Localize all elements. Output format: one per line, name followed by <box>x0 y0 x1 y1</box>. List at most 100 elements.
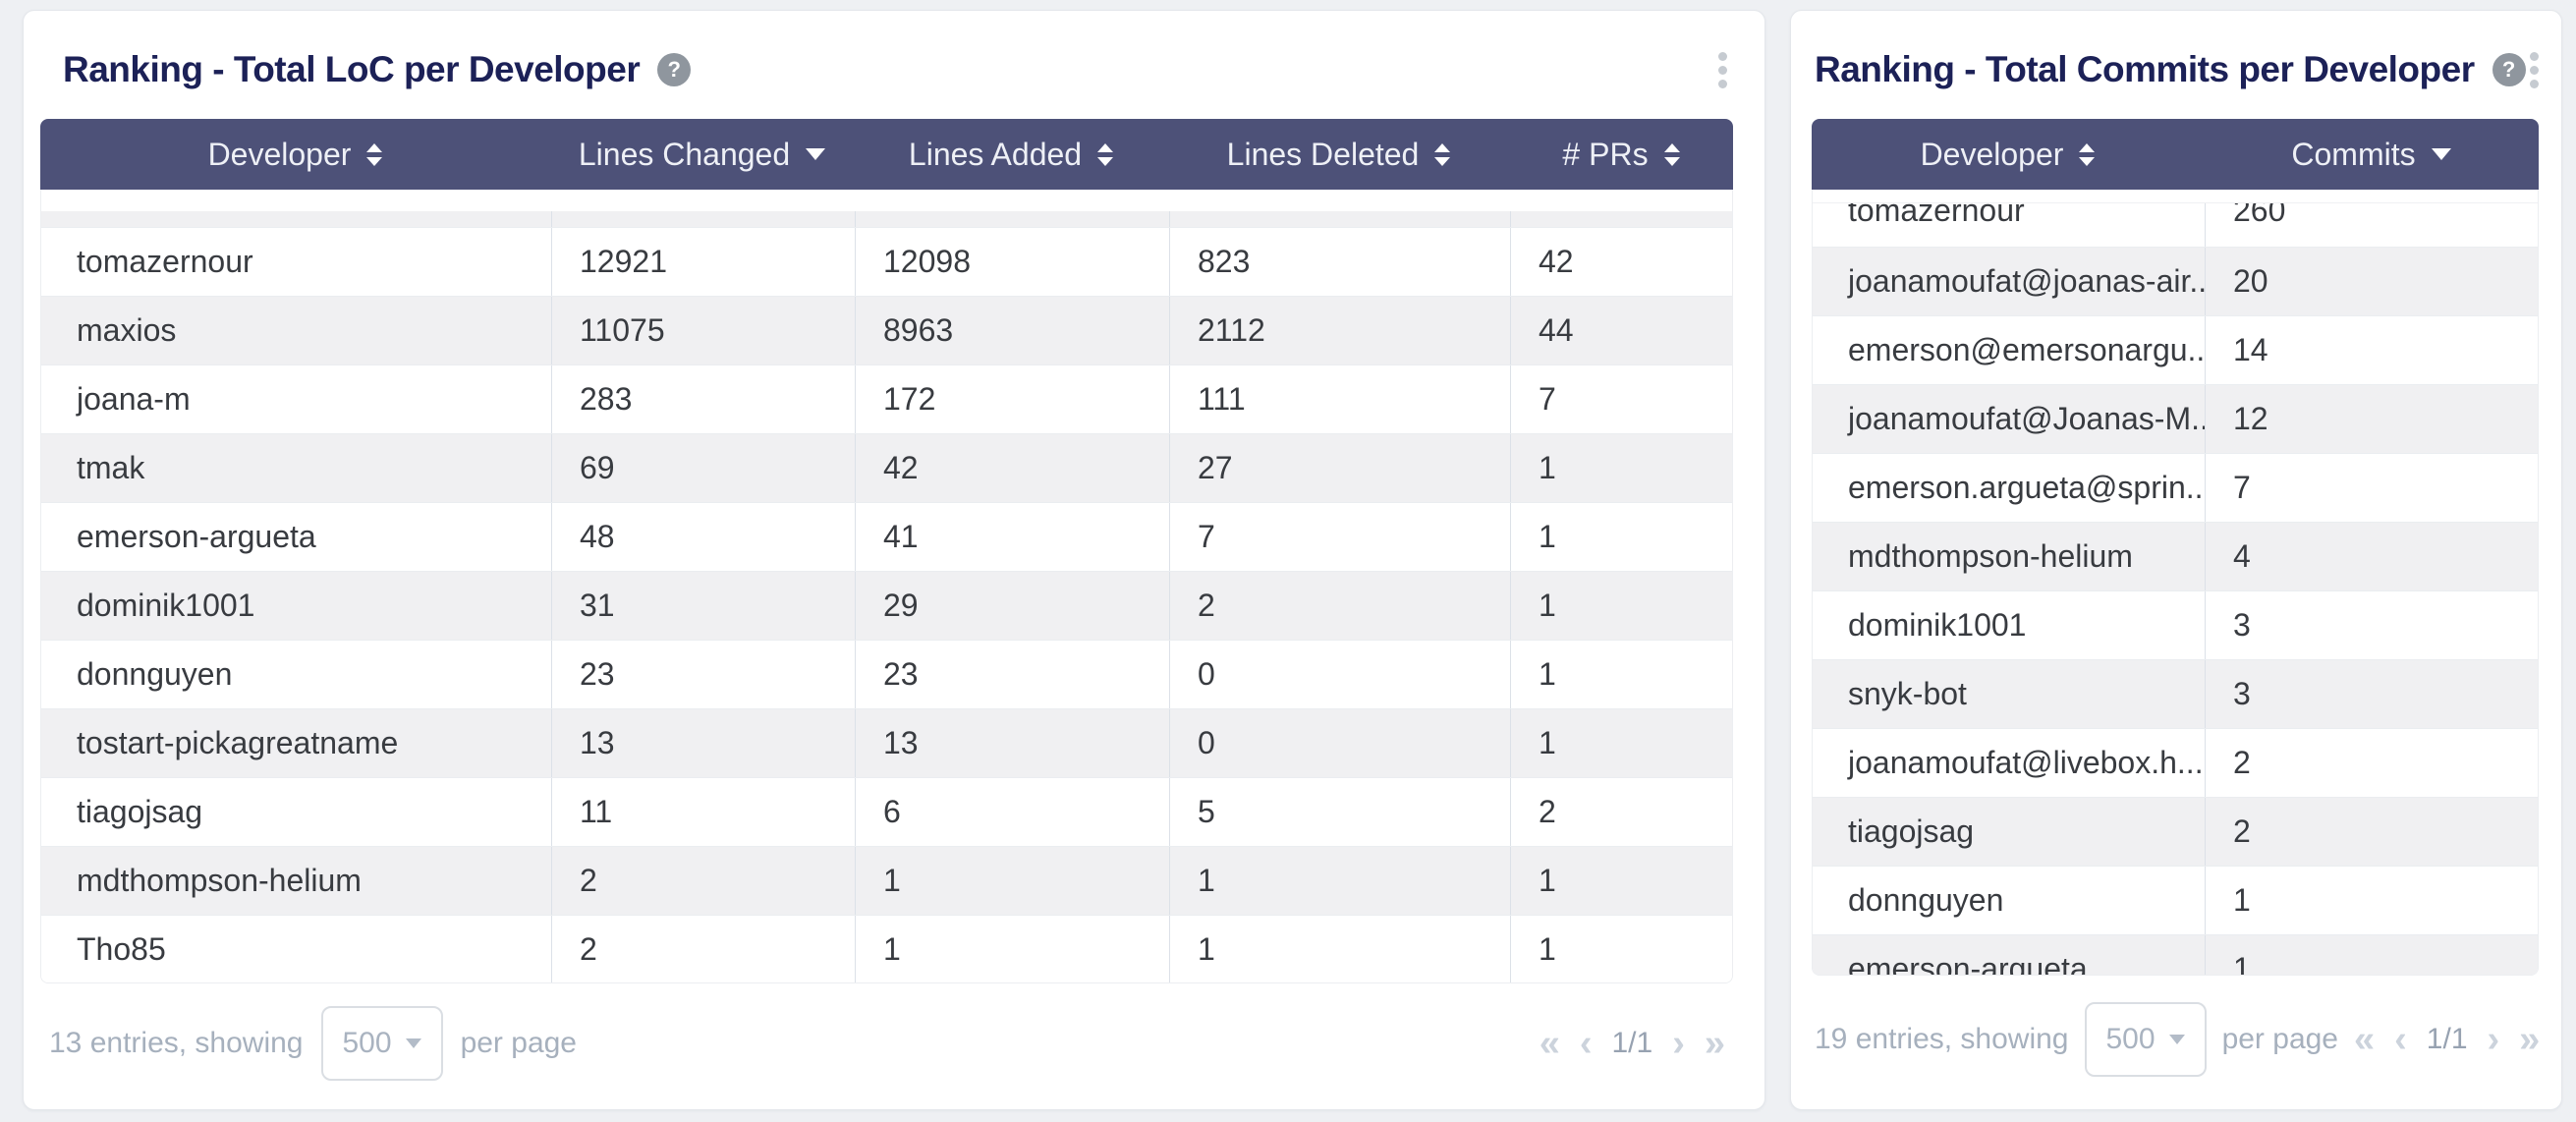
first-page-button[interactable]: « <box>2354 1021 2375 1058</box>
card-header: Ranking - Total LoC per Developer ? <box>24 11 1764 119</box>
table-row: dominik10013 <box>1813 590 2538 659</box>
table-header-row: Developer Lines Changed Lines Added Lines D… <box>40 119 1733 190</box>
kebab-menu-icon[interactable] <box>1714 48 1731 92</box>
value-cell: 44 <box>1510 297 1732 365</box>
commits-table: DeveloperCommits tomazernour260joanamouf… <box>1812 119 2539 976</box>
value-cell: 1 <box>2205 935 2538 976</box>
card-title: Ranking - Total Commits per Developer <box>1815 49 2475 90</box>
prev-page-button[interactable]: ‹ <box>1580 1025 1593 1062</box>
page-size-select[interactable]: 500 <box>2085 1002 2207 1077</box>
page-indicator: 1/1 <box>2427 1023 2468 1056</box>
table-row: joana-m2831721117 <box>41 365 1732 433</box>
help-icon[interactable]: ? <box>657 53 691 86</box>
chevron-down-icon <box>406 1038 421 1048</box>
value-cell: 1 <box>1510 572 1732 640</box>
value-cell: 4 <box>2205 523 2538 590</box>
developer-cell: joanamoufat@joanas-air... <box>1813 248 2205 315</box>
table-row: tiagojsag2 <box>1813 797 2538 866</box>
help-icon[interactable]: ? <box>2492 53 2526 86</box>
value-cell: 0 <box>1169 641 1510 708</box>
developer-cell: tiagojsag <box>1813 798 2205 866</box>
value-cell: 111 <box>1169 365 1510 433</box>
column-header-prs[interactable]: # PRs <box>1509 119 1733 190</box>
entries-count-label: 13 entries, showing <box>49 1027 304 1060</box>
value-cell: 1 <box>1510 434 1732 502</box>
value-cell: 1 <box>855 916 1169 983</box>
table-body: tomazernour260joanamoufat@joanas-air...2… <box>1812 190 2539 976</box>
value-cell: 283 <box>551 365 855 433</box>
developer-cell: tomazernour <box>1813 203 2205 247</box>
column-header-lines-added[interactable]: Lines Added <box>854 119 1168 190</box>
table-row: emerson-argueta484171 <box>41 502 1732 571</box>
table-row: dominik1001312921 <box>41 571 1732 640</box>
developer-cell: emerson@emersonargu... <box>1813 316 2205 384</box>
table-row: mdthompson-helium4 <box>1813 522 2538 590</box>
entries-count-label: 19 entries, showing <box>1815 1023 2069 1056</box>
value-cell: 14 <box>2205 316 2538 384</box>
column-header-developer[interactable]: Developer <box>40 119 550 190</box>
value-cell: 20 <box>2205 248 2538 315</box>
table-row: emerson-argueta1 <box>1813 934 2538 976</box>
value-cell: 0 <box>1169 709 1510 777</box>
table-row: joanamoufat@Joanas-M...12 <box>1813 384 2538 453</box>
column-header-commits[interactable]: Commits <box>2204 119 2539 190</box>
value-cell: 31 <box>551 572 855 640</box>
value-cell: 2 <box>551 847 855 915</box>
sort-both-icon <box>366 143 382 166</box>
developer-cell: snyk-bot <box>1813 660 2205 728</box>
developer-cell: Tho85 <box>41 916 551 983</box>
table-row: emerson.argueta@sprin...7 <box>1813 453 2538 522</box>
chevron-down-icon <box>2169 1035 2185 1044</box>
value-cell: 1 <box>855 847 1169 915</box>
value-cell: 12098 <box>855 228 1169 296</box>
value-cell: 42 <box>855 434 1169 502</box>
column-header-lines-changed[interactable]: Lines Changed <box>550 119 854 190</box>
card-title: Ranking - Total LoC per Developer <box>63 49 640 90</box>
sort-both-icon <box>1664 143 1680 166</box>
table-row: tostart-pickagreatname131301 <box>41 708 1732 777</box>
table-header-row: Developer Commits <box>1812 119 2539 190</box>
value-cell: 1 <box>1169 847 1510 915</box>
column-label: Lines Deleted <box>1227 137 1420 173</box>
developer-cell: donnguyen <box>41 641 551 708</box>
kebab-menu-icon[interactable] <box>2526 48 2543 92</box>
value-cell: 12921 <box>551 228 855 296</box>
value-cell: 2 <box>1169 572 1510 640</box>
value-cell: 172 <box>855 365 1169 433</box>
per-page-label: per page <box>461 1027 577 1060</box>
table-row: Tho852111 <box>41 915 1732 983</box>
last-page-button[interactable]: » <box>2519 1021 2540 1058</box>
last-page-button[interactable]: » <box>1705 1025 1725 1062</box>
developer-cell: maxios <box>41 297 551 365</box>
value-cell: 2 <box>2205 798 2538 866</box>
value-cell: 12 <box>2205 385 2538 453</box>
table-row: donnguyen232301 <box>41 640 1732 708</box>
column-label: Commits <box>2291 137 2415 173</box>
table-rows: tomazernour129211209882342maxios11075896… <box>41 227 1732 983</box>
first-page-button[interactable]: « <box>1540 1025 1560 1062</box>
page-size-select[interactable]: 500 <box>321 1006 443 1081</box>
value-cell: 1 <box>1169 916 1510 983</box>
column-label: Lines Added <box>909 137 1082 173</box>
table-rows: tomazernour260joanamoufat@joanas-air...2… <box>1813 202 2538 976</box>
value-cell: 11075 <box>551 297 855 365</box>
column-header-lines-deleted[interactable]: Lines Deleted <box>1168 119 1509 190</box>
column-label: Lines Changed <box>579 137 790 173</box>
prev-page-button[interactable]: ‹ <box>2394 1021 2407 1058</box>
next-page-button[interactable]: › <box>2488 1021 2500 1058</box>
column-header-developer[interactable]: Developer <box>1812 119 2204 190</box>
developer-cell: dominik1001 <box>1813 591 2205 659</box>
table-row: mdthompson-helium2111 <box>41 846 1732 915</box>
sort-both-icon <box>1434 143 1450 166</box>
developer-cell: joanamoufat@Joanas-M... <box>1813 385 2205 453</box>
table-row: emerson@emersonargu...14 <box>1813 315 2538 384</box>
value-cell: 13 <box>855 709 1169 777</box>
scroll-gap <box>41 190 1732 211</box>
value-cell: 7 <box>1169 503 1510 571</box>
developer-cell: dominik1001 <box>41 572 551 640</box>
column-label: Developer <box>1921 137 2064 173</box>
value-cell: 2 <box>551 916 855 983</box>
next-page-button[interactable]: › <box>1672 1025 1685 1062</box>
value-cell: 7 <box>2205 454 2538 522</box>
table-row: tomazernour260 <box>1813 202 2538 247</box>
